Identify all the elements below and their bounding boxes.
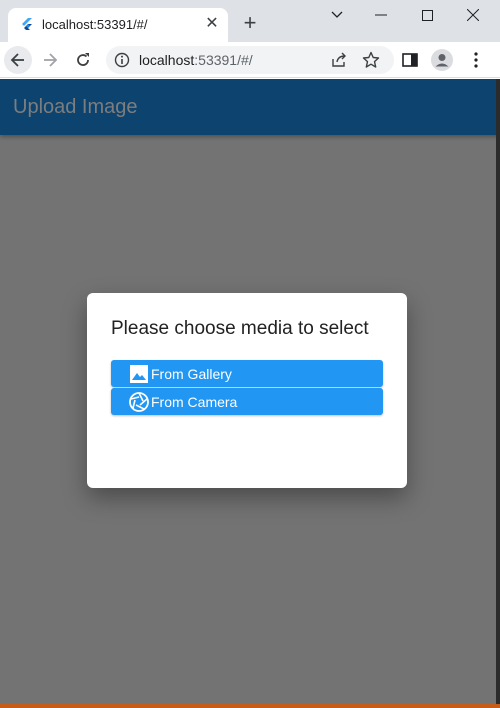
tab-close-icon[interactable]: ✕ — [204, 16, 220, 32]
avatar-icon — [431, 49, 453, 71]
tab-strip: localhost:53391/#/ ✕ + — [0, 0, 500, 42]
arrow-right-icon — [44, 53, 58, 67]
share-icon[interactable] — [330, 51, 348, 69]
side-panel-icon — [402, 53, 418, 67]
taskbar-edge — [0, 704, 500, 708]
minimize-icon — [375, 14, 387, 16]
media-select-dialog: Please choose media to select From Galle… — [87, 293, 407, 488]
page-content: Upload Image Please choose media to sele… — [0, 79, 500, 705]
url-host: localhost — [139, 52, 195, 68]
dialog-title: Please choose media to select — [111, 318, 369, 339]
browser-menu-button[interactable] — [464, 48, 488, 72]
minimize-button[interactable] — [358, 0, 404, 30]
maximize-icon — [421, 9, 433, 21]
flutter-logo-icon — [22, 18, 32, 30]
more-vert-icon — [474, 52, 478, 68]
tab-search-button[interactable] — [314, 0, 360, 30]
chevron-down-icon — [331, 11, 343, 18]
close-window-button[interactable] — [450, 0, 496, 30]
new-tab-button[interactable]: + — [240, 12, 260, 34]
browser-window: localhost:53391/#/ ✕ + localhost:53391/#… — [0, 0, 500, 708]
camera-shutter-icon — [129, 392, 149, 412]
info-icon[interactable] — [114, 52, 130, 68]
from-gallery-button[interactable]: From Gallery — [111, 360, 383, 387]
address-bar[interactable]: localhost:53391/#/ — [106, 46, 394, 74]
arrow-left-icon — [10, 53, 24, 67]
url-path: :53391/#/ — [194, 52, 253, 68]
forward-button[interactable] — [36, 46, 64, 74]
reload-icon — [77, 53, 89, 66]
browser-tab[interactable]: localhost:53391/#/ ✕ — [8, 8, 228, 42]
window-edge — [496, 79, 500, 705]
reload-button[interactable] — [69, 46, 97, 74]
from-gallery-label: From Gallery — [151, 366, 232, 382]
from-camera-label: From Camera — [151, 394, 238, 410]
profile-button[interactable] — [430, 48, 454, 72]
from-camera-button[interactable]: From Camera — [111, 388, 383, 415]
bookmark-star-icon[interactable] — [362, 51, 380, 69]
app-bar: Upload Image — [0, 79, 500, 135]
maximize-button[interactable] — [404, 0, 450, 30]
app-title: Upload Image — [13, 96, 138, 118]
browser-toolbar: localhost:53391/#/ — [0, 42, 500, 78]
tab-title: localhost:53391/#/ — [42, 17, 148, 32]
close-icon — [467, 9, 479, 21]
image-icon — [130, 365, 148, 383]
url-text: localhost:53391/#/ — [139, 52, 253, 68]
back-button[interactable] — [4, 46, 32, 74]
side-panel-button[interactable] — [398, 48, 422, 72]
